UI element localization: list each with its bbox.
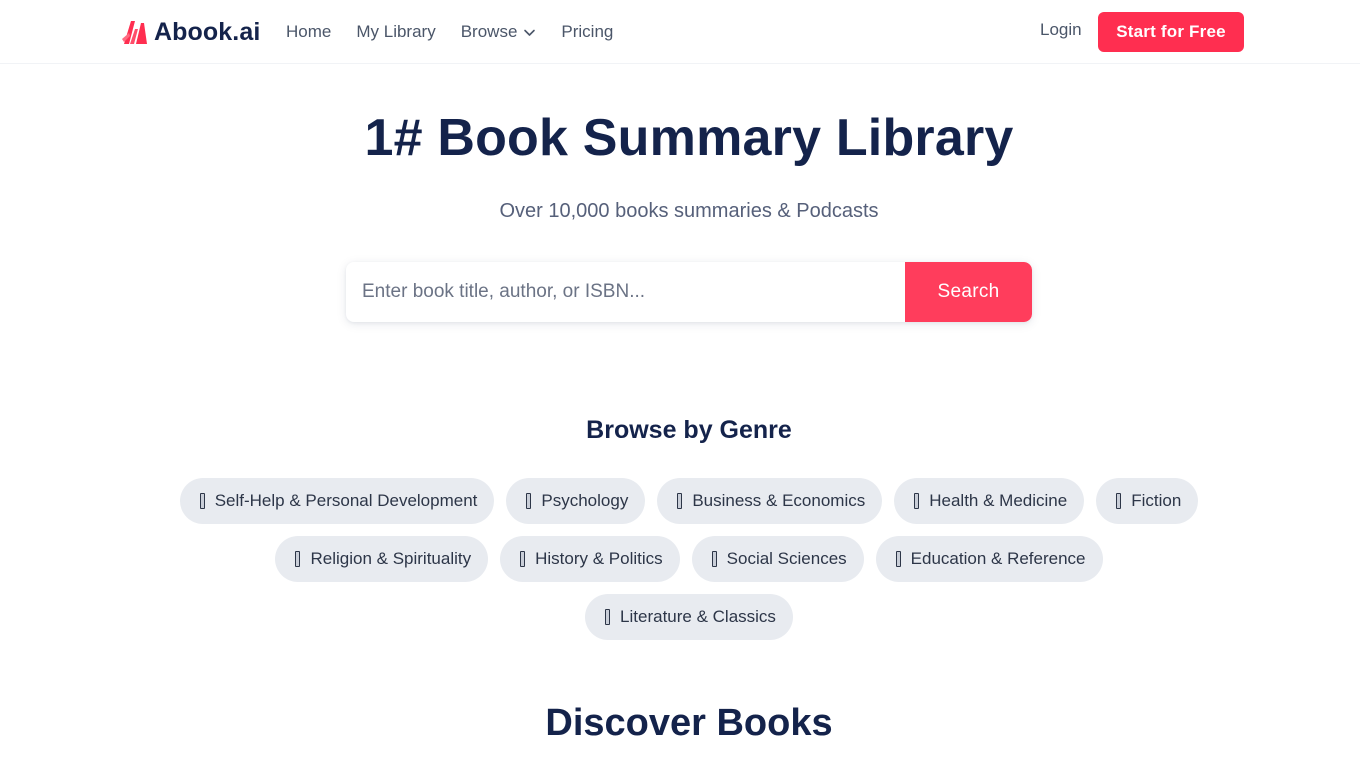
genre-row: Self-Help & Personal Development Psychol… (0, 478, 1360, 524)
abook-logo-icon (122, 21, 147, 44)
book-icon (526, 493, 532, 509)
genre-chip-education[interactable]: Education & Reference (875, 536, 1103, 582)
book-icon (677, 493, 683, 509)
brand-logo-link[interactable]: Abook.ai (121, 14, 260, 50)
genre-chip-psychology[interactable]: Psychology (506, 478, 646, 524)
site-header: Abook.ai Home My Library Browse Pricing … (0, 0, 1360, 64)
genre-chip-religion[interactable]: Religion & Spirituality (275, 536, 489, 582)
start-for-free-button[interactable]: Start for Free (1098, 12, 1244, 52)
main-nav: Home My Library Browse Pricing (286, 20, 638, 44)
genre-chip-social-sciences[interactable]: Social Sciences (691, 536, 864, 582)
genre-chip-label: Business & Economics (692, 491, 866, 510)
book-icon (199, 493, 205, 509)
browse-by-genre-title: Browse by Genre (586, 416, 792, 444)
genre-chip-list: Self-Help & Personal Development Psychol… (0, 478, 1360, 652)
nav-pricing[interactable]: Pricing (561, 22, 613, 42)
genre-chip-business[interactable]: Business & Economics (657, 478, 883, 524)
book-icon (520, 551, 526, 567)
nav-my-library[interactable]: My Library (356, 22, 435, 42)
book-icon (914, 493, 920, 509)
login-link[interactable]: Login (1040, 20, 1082, 40)
hero-title: 1# Book Summary Library (364, 109, 1014, 167)
search-button[interactable]: Search (905, 262, 1032, 322)
genre-chip-label: Religion & Spirituality (310, 549, 472, 568)
genre-chip-label: Education & Reference (910, 549, 1086, 568)
genre-chip-label: History & Politics (535, 549, 663, 568)
book-icon (295, 551, 301, 567)
genre-chip-label: Literature & Classics (620, 607, 776, 626)
nav-browse-dropdown[interactable]: Browse (461, 22, 537, 42)
genre-chip-label: Health & Medicine (929, 491, 1068, 510)
book-search-form: Search (346, 262, 1032, 322)
nav-home[interactable]: Home (286, 22, 331, 42)
genre-chip-health[interactable]: Health & Medicine (894, 478, 1085, 524)
genre-chip-label: Fiction (1131, 491, 1182, 510)
brand-name: Abook.ai (154, 17, 261, 46)
genre-chip-literature[interactable]: Literature & Classics (585, 594, 793, 640)
genre-chip-label: Psychology (541, 491, 629, 510)
chevron-down-icon (524, 29, 536, 36)
hero-subtitle: Over 10,000 books summaries & Podcasts (499, 200, 879, 222)
book-icon (895, 551, 901, 567)
book-icon (1116, 493, 1122, 509)
genre-row: Religion & Spirituality History & Politi… (0, 536, 1360, 582)
book-search-input[interactable] (346, 262, 905, 322)
genre-chip-fiction[interactable]: Fiction (1096, 478, 1199, 524)
discover-books-title: Discover Books (545, 702, 833, 744)
genre-chip-history[interactable]: History & Politics (500, 536, 680, 582)
genre-chip-self-help[interactable]: Self-Help & Personal Development (179, 478, 495, 524)
book-icon (605, 609, 611, 625)
genre-chip-label: Self-Help & Personal Development (214, 491, 478, 510)
nav-browse-label: Browse (460, 22, 518, 41)
genre-row: Literature & Classics (0, 594, 1360, 640)
genre-chip-label: Social Sciences (726, 549, 847, 568)
book-icon (711, 551, 717, 567)
